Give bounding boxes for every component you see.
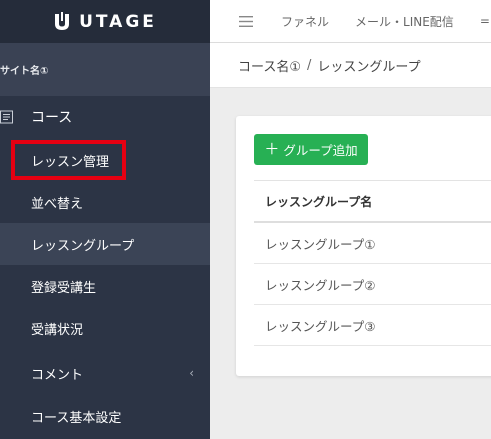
logo-bar[interactable]: UTAGE	[0, 0, 210, 43]
sidebar-item-label: コース基本設定	[31, 410, 122, 426]
plus-icon: ＋	[264, 140, 280, 158]
sidebar-item-lesson-group[interactable]: レッスングループ	[0, 223, 210, 265]
chevron-left-icon: ‹	[189, 366, 194, 380]
sidebar-item-label: コメント	[31, 367, 84, 383]
logo-text: UTAGE	[79, 11, 157, 32]
add-group-button-label: グループ追加	[283, 143, 358, 158]
lesson-group-table: レッスングループ名 レッスングループ① レッスングループ② レッスングループ③	[254, 180, 491, 346]
document-icon	[0, 110, 13, 124]
sidebar-item-course[interactable]: コース	[0, 96, 210, 138]
highlight-box	[11, 140, 126, 180]
top-nav: ファネル メール・LINE配信 =	[210, 0, 491, 43]
breadcrumb-course[interactable]: コース名①	[238, 56, 301, 75]
site-name[interactable]: サイト名①	[0, 43, 210, 96]
table-row[interactable]: レッスングループ①	[254, 223, 491, 264]
sidebar-item-label: レッスングループ	[31, 238, 135, 254]
utage-logo-icon	[55, 11, 70, 30]
nav-link-mail-line[interactable]: メール・LINE配信	[355, 13, 454, 30]
breadcrumb-current: レッスングループ	[317, 59, 421, 75]
sidebar: UTAGE サイト名① コース レッスン管理 並べ替え レッスングループ 登録受…	[0, 0, 210, 439]
lesson-group-card: ＋ グループ追加 レッスングループ名 レッスングループ① レッスングループ② レ…	[236, 116, 491, 376]
sidebar-item-attendance-status[interactable]: 受講状況	[0, 307, 210, 349]
sidebar-item-label: 並べ替え	[31, 196, 84, 212]
nav-link-funnel[interactable]: ファネル	[281, 13, 329, 30]
sidebar-item-registered-students[interactable]: 登録受講生	[0, 265, 210, 307]
breadcrumb-separator: /	[307, 57, 312, 73]
sidebar-item-course-label: コース	[31, 110, 73, 126]
hamburger-menu-icon[interactable]	[239, 15, 253, 27]
breadcrumb: コース名① / レッスングループ	[210, 43, 491, 88]
sidebar-item-label: 登録受講生	[31, 280, 97, 296]
table-header: レッスングループ名	[254, 181, 491, 223]
table-row[interactable]: レッスングループ③	[254, 305, 491, 346]
table-row[interactable]: レッスングループ②	[254, 264, 491, 305]
sidebar-item-comment[interactable]: コメント ‹	[0, 352, 210, 394]
sidebar-item-reorder[interactable]: 並べ替え	[0, 181, 210, 223]
nav-more-indicator[interactable]: =	[480, 14, 490, 28]
sidebar-item-course-settings[interactable]: コース基本設定	[0, 395, 210, 437]
sidebar-item-label: 受講状況	[31, 322, 84, 338]
add-group-button[interactable]: ＋ グループ追加	[254, 134, 368, 165]
